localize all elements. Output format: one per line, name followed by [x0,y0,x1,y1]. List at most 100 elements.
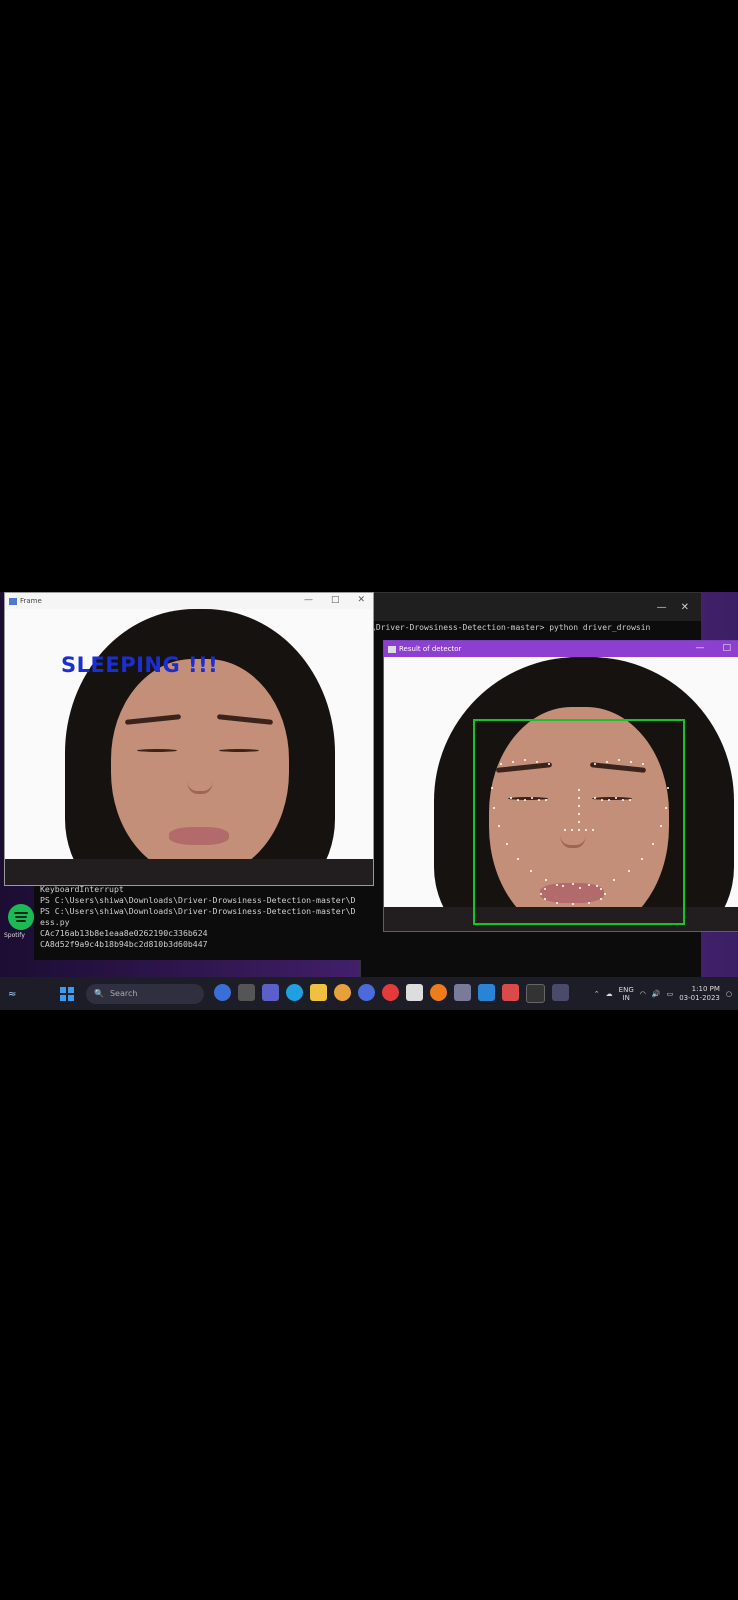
spotify-icon[interactable] [8,904,34,930]
landmark-titlebar: Result of detector — □ [384,641,738,657]
taskbar: ≈ 🔍 Search ⌃ ☁ ENG IN ◠ 🔊 ▭ 1:10 PM 03-0… [0,977,738,1010]
landmark-point [608,799,610,801]
terminal-command: \Driver-Drowsiness-Detection-master> pyt… [371,623,651,632]
landmark-point [571,829,573,831]
chrome-icon[interactable] [334,984,351,1001]
landmark-point [572,883,574,885]
battery-icon[interactable]: ▭ [667,990,674,998]
frame-titlebar: Frame — □ ✕ [5,593,373,609]
search-placeholder: Search [109,989,138,998]
vscode-icon[interactable] [478,984,495,1001]
firefox-icon[interactable] [430,984,447,1001]
volume-icon[interactable]: 🔊 [652,990,661,998]
notification-icon[interactable]: ○ [726,990,732,998]
landmark-point [579,887,581,889]
minimize-icon[interactable]: — [657,602,667,613]
landmark-point [652,842,655,845]
landmark-point [548,763,550,765]
landmark-point [531,797,533,799]
landmark-title: Result of detector [399,645,462,653]
landmark-point [592,829,594,831]
start-icon[interactable] [60,986,74,1001]
console-line: CA8d52f9a9c4b18b94bc2d810b3d60b447 [40,939,208,949]
terminal-titlebar: — ✕ [361,593,701,621]
landmark-point [630,761,632,763]
chevron-up-icon[interactable]: ⌃ [594,990,600,998]
landmark-point [578,821,580,823]
app-icon [9,597,17,605]
landmark-point [524,799,526,801]
frame-title: Frame [20,597,42,605]
landmark-point [615,797,617,799]
landmark-point [536,761,538,763]
landmark-point [594,797,596,799]
minimize-icon[interactable]: — [695,643,704,653]
landmark-point [578,789,580,791]
landmark-feed [384,657,738,931]
landmark-point [604,893,606,895]
landmark-point [585,829,587,831]
teams-icon[interactable] [262,984,279,1001]
landmark-point [572,903,574,905]
landmark-point [578,829,580,831]
maximize-icon[interactable]: □ [331,595,340,605]
shirt [5,859,373,885]
landmark-window[interactable]: Result of detector — □ [383,640,738,932]
camera-icon[interactable] [502,984,519,1001]
language-indicator[interactable]: ENG IN [619,986,634,1002]
landmark-point [606,761,608,763]
landmark-point [491,787,493,789]
landmark-point [540,893,542,895]
landmark-point [561,885,564,888]
python-icon[interactable] [552,984,569,1001]
file-explorer-icon[interactable] [310,984,327,1001]
opera-icon[interactable] [382,984,399,1001]
landmark-point [564,829,566,831]
landmark-point [516,857,519,860]
landmark-point [618,759,620,761]
taskbar-search[interactable]: 🔍 Search [86,983,204,1004]
spotify-label: Spotify [4,932,25,939]
desktop-screen: Spotify — ✕ \Driver-Drowsiness-Detection… [0,592,738,1010]
nose [187,761,213,794]
close-icon[interactable]: ✕ [681,602,689,613]
close-icon[interactable]: ✕ [357,595,365,605]
landmark-point [594,763,596,765]
app-icon[interactable] [454,984,471,1001]
frame-window[interactable]: Frame — □ ✕ SLEEPING !!! [4,592,374,886]
clock[interactable]: 1:10 PM 03-01-2023 [679,985,720,1003]
webcam-feed: SLEEPING !!! [5,609,373,885]
landmark-point [642,763,644,765]
maximize-icon[interactable]: □ [722,643,731,653]
landmark-point [588,901,590,904]
landmark-point [517,799,519,801]
minimize-icon[interactable]: — [304,595,313,605]
landmark-point [578,797,580,799]
left-eye-closed [137,749,177,752]
landmark-point [524,759,526,761]
widgets-icon[interactable]: ≈ [8,989,22,1000]
landmark-point [599,888,602,890]
onedrive-icon[interactable]: ☁ [606,990,613,998]
task-view-icon[interactable] [238,984,255,1001]
app-icon[interactable] [358,984,375,1001]
right-eye-closed [219,749,259,752]
landmark-point [538,799,540,801]
landmark-point [629,799,631,801]
landmark-point [545,799,547,801]
chat-icon[interactable] [214,984,231,1001]
sleeping-alert: SLEEPING !!! [61,653,219,677]
landmark-point [601,799,603,801]
edge-icon[interactable] [286,984,303,1001]
landmark-point [599,898,602,900]
lips [169,827,229,845]
landmark-point [556,901,558,904]
terminal-icon[interactable] [526,984,545,1003]
landmark-point [641,857,644,860]
search-icon: 🔍 [94,989,104,998]
store-icon[interactable] [406,984,423,1001]
app-icon [388,645,396,653]
system-tray: ⌃ ☁ ENG IN ◠ 🔊 ▭ 1:10 PM 03-01-2023 ○ [594,985,732,1003]
landmark-point [510,797,512,799]
wifi-icon[interactable]: ◠ [640,990,646,998]
